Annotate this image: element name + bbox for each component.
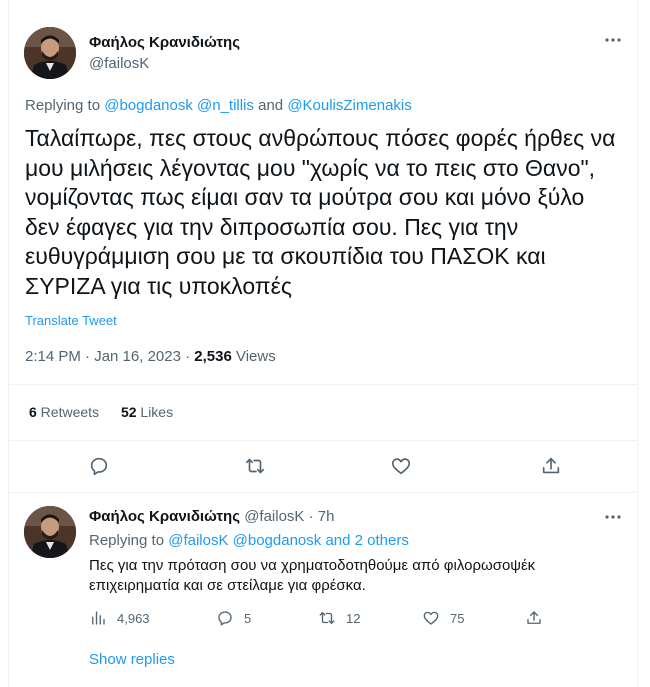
retweets-count: 6 bbox=[29, 404, 37, 420]
views-label: Views bbox=[231, 348, 276, 365]
share-icon bbox=[542, 457, 560, 474]
ellipsis-icon-glyph bbox=[605, 38, 621, 42]
likes-count: 52 bbox=[120, 404, 137, 420]
reply-time[interactable]: 7h bbox=[318, 508, 335, 525]
replying-and: and bbox=[253, 97, 288, 114]
avatar-image bbox=[24, 27, 76, 79]
reply-count: 5 bbox=[244, 610, 252, 626]
likes-stat[interactable]: 52 Likes bbox=[121, 404, 173, 420]
retweets-label: Retweets bbox=[36, 404, 100, 420]
avatar-image bbox=[24, 506, 76, 558]
mention-link[interactable]: @KoulisZimenakis bbox=[287, 97, 411, 114]
retweet-button[interactable]: 12 bbox=[318, 609, 360, 627]
engagement-stats: 6 Retweets 52 Likes bbox=[29, 404, 191, 420]
ellipsis-icon[interactable] bbox=[603, 30, 623, 54]
like-icon bbox=[423, 611, 439, 625]
author-name[interactable]: Φαήλος Κρανιδιώτης bbox=[89, 508, 240, 525]
author-handle[interactable]: @failosK bbox=[89, 55, 149, 72]
replying-prefix: Replying to bbox=[25, 97, 105, 114]
replying-to: Replying to @bogdanosk @n_tillis and @Ko… bbox=[25, 97, 412, 114]
divider bbox=[8, 492, 638, 493]
mention-link[interactable]: @failosK bbox=[168, 532, 228, 549]
tweet-meta: 2:14 PM · Jan 16, 2023 · 2,536 Views bbox=[25, 348, 276, 365]
mention-link[interactable]: @n_tillis bbox=[197, 97, 254, 114]
mention-link[interactable]: @bogdanosk bbox=[233, 532, 322, 549]
divider bbox=[8, 384, 638, 385]
like-button[interactable] bbox=[389, 454, 413, 478]
timestamp[interactable]: 2:14 PM · Jan 16, 2023 · bbox=[25, 348, 194, 365]
tweet-text: Ταλαίπωρε, πες στους ανθρώπους πόσες φορ… bbox=[25, 125, 616, 299]
retweets-stat[interactable]: 6 Retweets bbox=[29, 404, 99, 420]
views-count: 4,963 bbox=[117, 610, 150, 626]
replying-prefix: Replying to bbox=[89, 532, 169, 549]
retweet-icon bbox=[319, 612, 335, 624]
retweet-button[interactable] bbox=[243, 454, 267, 478]
like-button[interactable]: 75 bbox=[422, 609, 464, 627]
replying-to: Replying to @failosK @bogdanosk and 2 ot… bbox=[89, 532, 409, 549]
share-button[interactable] bbox=[539, 454, 563, 478]
reply-text: Πες για την πρόταση σου να χρηματοδοτηθο… bbox=[89, 557, 536, 594]
reply-button[interactable] bbox=[87, 454, 111, 478]
reply-icon bbox=[90, 457, 108, 476]
show-replies-link[interactable]: Show replies bbox=[89, 651, 175, 668]
separator: · bbox=[304, 508, 318, 525]
share-icon bbox=[527, 611, 541, 624]
retweet-count: 12 bbox=[346, 610, 361, 626]
reply-header: Φαήλος Κρανιδιώτης @failosK · 7h bbox=[89, 508, 334, 525]
mention-link[interactable]: @bogdanosk bbox=[104, 97, 193, 114]
avatar[interactable] bbox=[24, 506, 76, 558]
others-link[interactable]: and 2 others bbox=[325, 532, 408, 549]
author-handle[interactable]: @failosK bbox=[244, 508, 304, 525]
retweet-icon bbox=[245, 458, 265, 474]
likes-label: Likes bbox=[136, 404, 174, 420]
ellipsis-icon-glyph bbox=[605, 515, 621, 519]
divider bbox=[8, 440, 638, 441]
views-button[interactable]: 4,963 bbox=[89, 609, 150, 627]
reply-button[interactable]: 5 bbox=[216, 609, 251, 627]
avatar[interactable] bbox=[24, 27, 76, 79]
like-icon bbox=[391, 458, 411, 475]
views-count: 2,536 bbox=[194, 348, 232, 365]
views-icon bbox=[92, 611, 105, 625]
like-count: 75 bbox=[450, 610, 465, 626]
share-button[interactable] bbox=[525, 609, 553, 627]
reply-icon bbox=[218, 611, 232, 626]
translate-tweet-link[interactable]: Translate Tweet bbox=[25, 313, 117, 328]
ellipsis-icon[interactable] bbox=[603, 507, 623, 531]
author-name[interactable]: Φαήλος Κρανιδιώτης bbox=[89, 34, 240, 51]
